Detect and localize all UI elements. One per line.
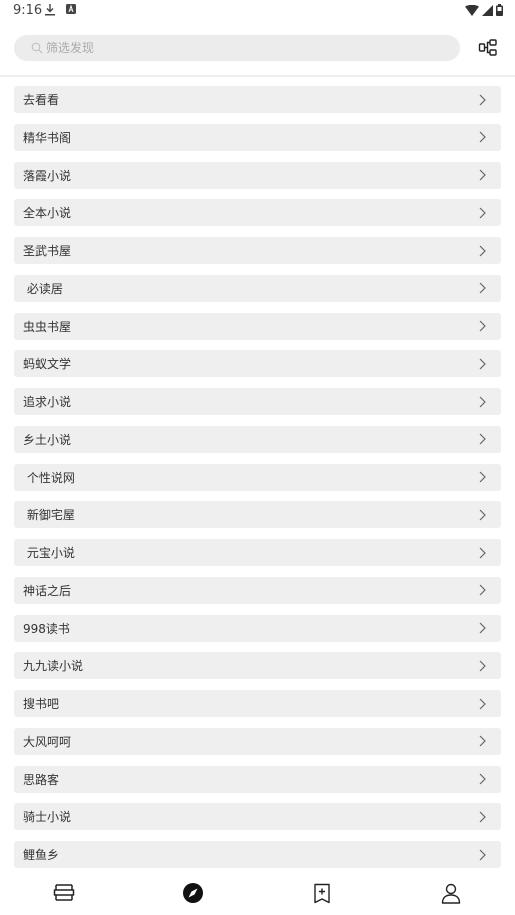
chevron-right-icon xyxy=(479,245,486,256)
source-label: 大风呵呵 xyxy=(23,734,72,749)
chevron-right-icon xyxy=(479,320,486,332)
source-row[interactable]: 神话之后 xyxy=(14,576,501,604)
source-label: 落霞小说 xyxy=(23,168,72,183)
source-label: 精华书阁 xyxy=(23,130,72,145)
source-label: 骑士小说 xyxy=(23,810,72,825)
download-icon xyxy=(45,4,55,16)
nav-discover[interactable] xyxy=(181,881,205,905)
source-row[interactable]: 虫虫书屋 xyxy=(14,312,501,340)
source-row[interactable]: 追求小说 xyxy=(14,388,501,415)
source-label: 全本小说 xyxy=(23,206,72,221)
source-row[interactable]: 乡土小说 xyxy=(14,425,501,453)
source-row[interactable]: 去看看 xyxy=(14,86,501,113)
chevron-right-icon xyxy=(479,94,486,105)
source-label: 九九读小说 xyxy=(23,659,84,674)
source-row[interactable]: 精华书阁 xyxy=(14,123,501,151)
chevron-right-icon xyxy=(479,169,486,181)
chevron-right-icon xyxy=(479,584,486,596)
chevron-right-icon xyxy=(479,471,486,483)
source-row[interactable]: 新御宅屋 xyxy=(14,501,501,529)
chevron-right-icon xyxy=(479,282,486,294)
source-label: 998读书 xyxy=(23,621,70,636)
source-label: 新御宅屋 xyxy=(23,508,75,523)
source-row[interactable]: 骑士小说 xyxy=(14,803,501,831)
signal-icon xyxy=(482,4,493,16)
chevron-right-icon xyxy=(479,622,486,634)
wifi-icon xyxy=(465,4,479,16)
source-label: 乡土小说 xyxy=(23,432,72,447)
rss-icon xyxy=(314,883,330,903)
status-bar: 9:16 xyxy=(0,0,515,22)
source-label: 搜书吧 xyxy=(23,697,60,711)
nav-rss[interactable] xyxy=(310,881,334,905)
source-row[interactable]: 全本小说 xyxy=(14,199,501,227)
source-label: 虫虫书屋 xyxy=(23,319,72,334)
source-label: 去看看 xyxy=(23,93,60,107)
bookshelf-icon xyxy=(53,884,75,901)
source-label: 神话之后 xyxy=(23,583,72,598)
source-label: 必读居 xyxy=(23,281,63,296)
source-label: 个性说网 xyxy=(23,470,75,485)
source-row[interactable]: 998读书 xyxy=(14,614,501,642)
chevron-right-icon xyxy=(479,660,486,672)
search-input[interactable] xyxy=(46,41,426,55)
chevron-right-icon xyxy=(479,207,486,219)
search-bar[interactable] xyxy=(14,35,460,61)
source-row[interactable]: 元宝小说 xyxy=(14,539,501,566)
chevron-right-icon xyxy=(479,131,486,143)
nav-profile[interactable] xyxy=(439,881,463,905)
battery-icon xyxy=(496,4,503,16)
chevron-right-icon xyxy=(479,433,486,445)
group-filter-icon[interactable] xyxy=(478,38,498,58)
status-time: 9:16 xyxy=(13,3,43,18)
source-row[interactable]: 圣武书屋 xyxy=(14,237,501,264)
chevron-right-icon xyxy=(479,547,486,558)
chevron-right-icon xyxy=(479,735,486,747)
header-divider xyxy=(0,75,515,77)
nav-bookshelf[interactable] xyxy=(52,881,76,905)
source-list: 去看看 精华书阁 落霞小说 全本小说 圣武书屋 必读居 虫虫书屋 蚂蚁文学 追求小说 乡土小说 … xyxy=(14,86,501,879)
source-row[interactable]: 个性说网 xyxy=(14,463,501,491)
source-label: 圣武书屋 xyxy=(23,244,72,258)
search-icon xyxy=(31,42,43,54)
bottom-navigation xyxy=(0,873,515,915)
source-row[interactable]: 思路客 xyxy=(14,765,501,793)
chevron-right-icon xyxy=(479,811,486,823)
chevron-right-icon xyxy=(479,849,486,860)
discover-icon xyxy=(183,883,203,903)
chevron-right-icon xyxy=(479,773,486,785)
notification-a-icon xyxy=(66,4,76,14)
chevron-right-icon xyxy=(479,698,486,709)
source-label: 蚂蚁文学 xyxy=(23,357,72,372)
profile-icon xyxy=(441,883,461,904)
source-row[interactable]: 大风呵呵 xyxy=(14,727,501,755)
source-label: 追求小说 xyxy=(23,395,72,409)
chevron-right-icon xyxy=(479,509,486,521)
source-row[interactable]: 落霞小说 xyxy=(14,161,501,189)
source-row[interactable]: 必读居 xyxy=(14,274,501,302)
source-row[interactable]: 九九读小说 xyxy=(14,652,501,680)
chevron-right-icon xyxy=(479,358,486,370)
source-label: 思路客 xyxy=(23,772,60,787)
source-row[interactable]: 鲤鱼乡 xyxy=(14,841,501,868)
chevron-right-icon xyxy=(479,396,486,407)
source-row[interactable]: 搜书吧 xyxy=(14,690,501,717)
source-row[interactable]: 蚂蚁文学 xyxy=(14,350,501,378)
source-label: 元宝小说 xyxy=(23,546,75,560)
source-label: 鲤鱼乡 xyxy=(23,848,60,862)
